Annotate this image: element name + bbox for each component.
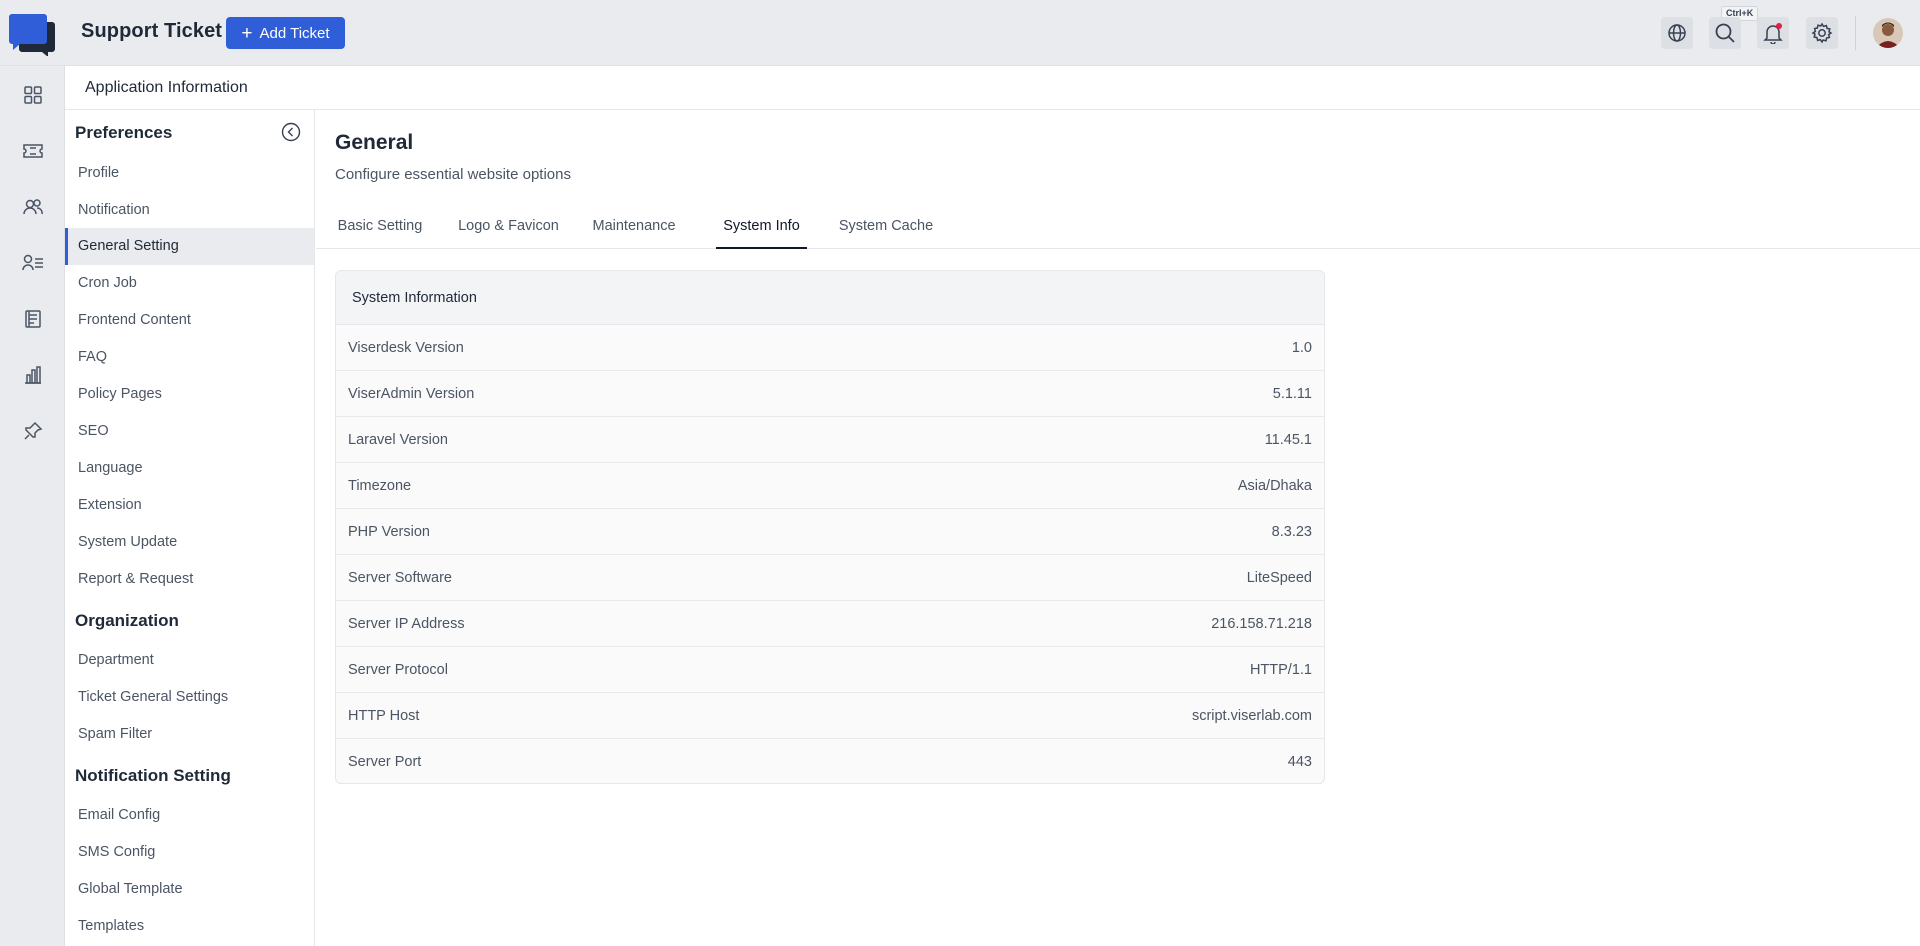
globe-icon[interactable] (1661, 17, 1693, 49)
row-value: 1.0 (1291, 339, 1312, 356)
collapse-sidebar-icon[interactable] (281, 122, 301, 142)
table-row: Server Protocol HTTP/1.1 (336, 647, 1324, 693)
row-value: HTTP/1.1 (1249, 661, 1312, 678)
sidebar-item-spam-filter[interactable]: Spam Filter (65, 716, 314, 753)
table-row: Viserdesk Version 1.0 (336, 325, 1324, 371)
ticket-icon[interactable] (20, 138, 46, 164)
row-value: 11.45.1 (1264, 431, 1312, 448)
settings-sidebar: Preferences Profile Notification General… (65, 110, 315, 946)
tab-system-cache[interactable]: System Cache (830, 210, 942, 249)
dashboard-icon[interactable] (20, 82, 46, 108)
top-bar: Support Ticket + Add Ticket Ctrl+K (0, 0, 1920, 66)
row-label: Timezone (348, 477, 412, 494)
users-icon[interactable] (20, 194, 46, 220)
sidebar-item-ticket-general-settings[interactable]: Ticket General Settings (65, 679, 314, 716)
row-value: script.viserlab.com (1191, 707, 1312, 724)
page-title: Application Information (85, 79, 248, 96)
system-information-card: System Information Viserdesk Version 1.0… (335, 270, 1325, 784)
app-title: Support Ticket (81, 20, 223, 42)
page-header: Application Information (65, 66, 1920, 110)
table-row: Timezone Asia/Dhaka (336, 463, 1324, 509)
row-value: LiteSpeed (1246, 569, 1312, 586)
add-ticket-label: Add Ticket (259, 24, 330, 42)
section-title-notification-setting: Notification Setting (75, 766, 231, 785)
bell-icon[interactable] (1757, 17, 1789, 49)
user-list-icon[interactable] (20, 250, 46, 276)
sidebar-item-global-template[interactable]: Global Template (65, 871, 314, 908)
main-subtitle: Configure essential website options (335, 166, 571, 183)
article-icon[interactable] (20, 306, 46, 332)
sidebar-item-profile[interactable]: Profile (65, 155, 314, 192)
table-row: ViserAdmin Version 5.1.11 (336, 371, 1324, 417)
table-row: HTTP Host script.viserlab.com (336, 693, 1324, 739)
tab-maintenance[interactable]: Maintenance (578, 210, 690, 249)
row-label: Server Software (348, 569, 452, 586)
section-title-organization: Organization (75, 611, 179, 630)
search-icon[interactable] (1709, 17, 1741, 49)
row-label: HTTP Host (348, 707, 420, 724)
app-logo-icon[interactable] (8, 12, 56, 57)
row-label: Server IP Address (348, 615, 465, 632)
add-ticket-button[interactable]: + Add Ticket (226, 17, 345, 49)
card-title: System Information (336, 271, 1324, 325)
table-row: Server Port 443 (336, 739, 1324, 783)
sidebar-item-notification[interactable]: Notification (65, 192, 314, 229)
sidebar-item-system-update[interactable]: System Update (65, 524, 314, 561)
row-label: Server Protocol (348, 661, 448, 678)
pin-icon[interactable] (20, 418, 46, 444)
sidebar-item-email-config[interactable]: Email Config (65, 797, 314, 834)
tab-basic-setting[interactable]: Basic Setting (320, 210, 440, 249)
sidebar-item-templates[interactable]: Templates (65, 908, 314, 945)
table-row: Server IP Address 216.158.71.218 (336, 601, 1324, 647)
table-row: Laravel Version 11.45.1 (336, 417, 1324, 463)
table-row: Server Software LiteSpeed (336, 555, 1324, 601)
sidebar-item-general-setting[interactable]: General Setting (65, 228, 314, 265)
main-title: General (335, 131, 414, 154)
row-value: Asia/Dhaka (1237, 477, 1312, 494)
row-label: Laravel Version (348, 431, 448, 448)
row-value: 8.3.23 (1271, 523, 1312, 540)
chart-icon[interactable] (20, 362, 46, 388)
sidebar-item-sms-config[interactable]: SMS Config (65, 834, 314, 871)
sidebar-item-extension[interactable]: Extension (65, 487, 314, 524)
sidebar-item-report-request[interactable]: Report & Request (65, 561, 314, 598)
sidebar-item-policy-pages[interactable]: Policy Pages (65, 376, 314, 413)
row-label: Viserdesk Version (348, 339, 464, 356)
sidebar-item-seo[interactable]: SEO (65, 413, 314, 450)
left-rail (0, 66, 65, 946)
row-value: 216.158.71.218 (1211, 615, 1312, 632)
row-value: 443 (1287, 754, 1312, 770)
tab-logo-favicon[interactable]: Logo & Favicon (446, 210, 571, 249)
topbar-divider (1855, 16, 1856, 50)
sidebar-item-faq[interactable]: FAQ (65, 339, 314, 376)
row-label: Server Port (348, 754, 422, 770)
section-title-preferences: Preferences (75, 123, 173, 142)
tab-system-info[interactable]: System Info (716, 210, 807, 249)
row-value: 5.1.11 (1272, 385, 1312, 402)
sidebar-item-frontend-content[interactable]: Frontend Content (65, 302, 314, 339)
row-label: ViserAdmin Version (348, 385, 475, 402)
gear-icon[interactable] (1806, 17, 1838, 49)
user-avatar[interactable] (1873, 18, 1903, 48)
sidebar-item-language[interactable]: Language (65, 450, 314, 487)
settings-tabs: Basic Setting Logo & Favicon Maintenance… (316, 210, 1920, 249)
sidebar-item-cron-job[interactable]: Cron Job (65, 265, 314, 302)
sidebar-item-department[interactable]: Department (65, 642, 314, 679)
row-label: PHP Version (348, 523, 430, 540)
plus-icon: + (241, 22, 253, 44)
table-row: PHP Version 8.3.23 (336, 509, 1324, 555)
